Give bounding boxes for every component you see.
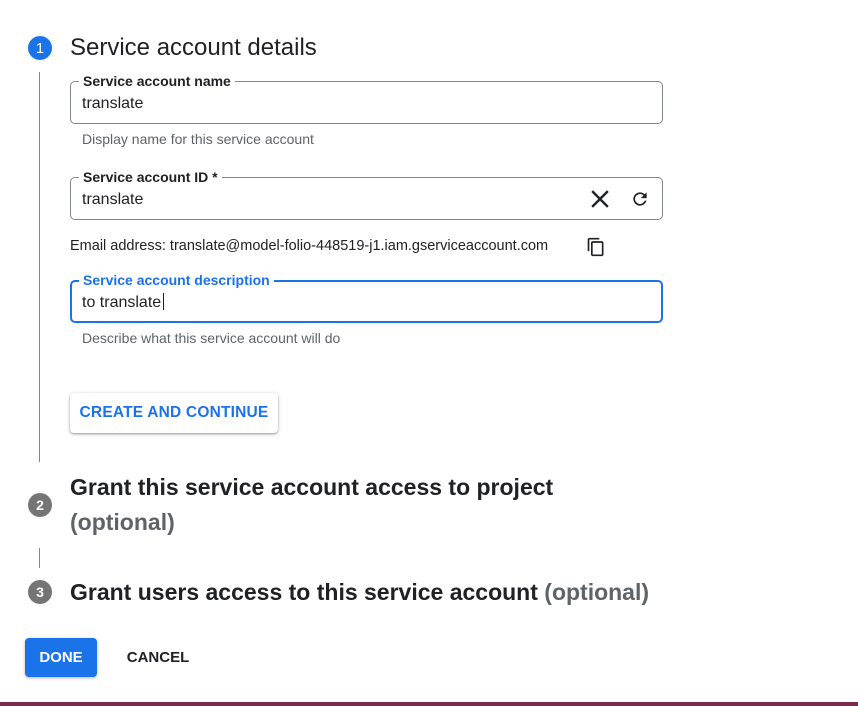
service-account-name-field[interactable]: Service account name translate — [70, 72, 663, 124]
copy-icon[interactable] — [584, 235, 608, 259]
bottom-bar — [0, 702, 858, 706]
service-account-description-label: Service account description — [79, 271, 274, 289]
step-2-optional: (optional) — [70, 509, 175, 535]
step-2-indicator: 2 — [28, 493, 52, 517]
step-2-connector — [39, 548, 40, 568]
text-caret — [163, 293, 165, 310]
close-icon[interactable] — [588, 187, 612, 211]
service-account-description-field[interactable]: Service account description to translate — [70, 271, 663, 323]
service-account-id-field[interactable]: Service account ID * translate — [70, 168, 663, 220]
step-1-indicator: 1 — [28, 36, 52, 60]
email-address: Email address: translate@model-folio-448… — [70, 238, 549, 254]
service-account-name-hint: Display name for this service account — [82, 131, 314, 147]
step-3-indicator: 3 — [28, 580, 52, 604]
done-button[interactable]: DONE — [25, 638, 97, 677]
service-account-id-label: Service account ID * — [79, 168, 222, 186]
step-3-heading[interactable]: Grant users access to this service accou… — [70, 579, 649, 606]
service-account-description-hint: Describe what this service account will … — [82, 330, 341, 346]
step-3-number: 3 — [36, 584, 44, 600]
create-and-continue-button[interactable]: CREATE AND CONTINUE — [70, 393, 278, 433]
step-3-optional: (optional) — [544, 579, 650, 605]
service-account-description-input[interactable]: to translate — [82, 293, 165, 313]
service-account-description-value: to translate — [82, 294, 162, 311]
step-2-title[interactable]: Grant this service account access to pro… — [70, 474, 553, 501]
step-1-connector — [39, 72, 40, 462]
step-1-number: 1 — [35, 39, 45, 57]
cancel-button[interactable]: CANCEL — [116, 638, 200, 677]
service-account-name-label: Service account name — [79, 72, 235, 90]
refresh-icon[interactable] — [628, 187, 652, 211]
service-account-name-value[interactable]: translate — [82, 94, 143, 114]
step-2-number: 2 — [36, 497, 44, 513]
service-account-id-value[interactable]: translate — [82, 190, 143, 210]
step-1-title: Service account details — [70, 34, 317, 61]
step-3-title: Grant users access to this service accou… — [70, 579, 538, 605]
